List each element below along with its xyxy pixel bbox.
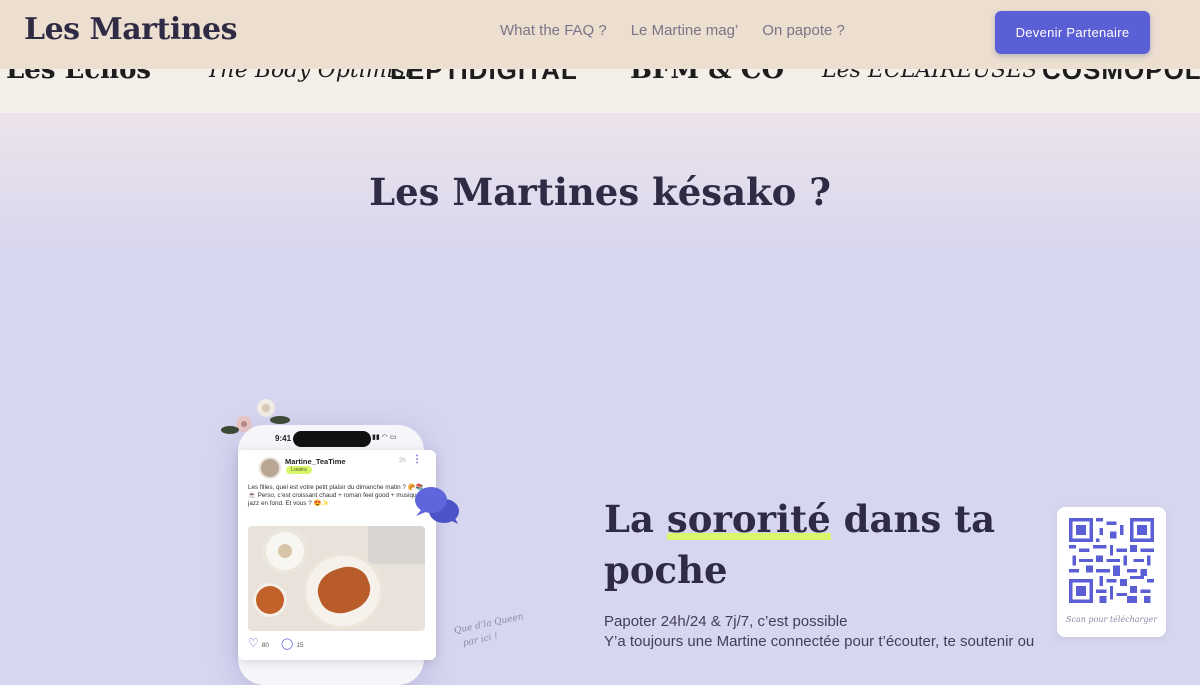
phone-status-icons: ▮▮ ◠ ▭ <box>372 434 397 441</box>
sorority-highlight: sororité <box>666 494 831 545</box>
like-count: 80 <box>261 642 269 649</box>
chat-bubbles-icon <box>415 487 459 524</box>
book-shape <box>368 526 425 564</box>
site-header: Les Martines What the FAQ ? Le Martine m… <box>0 0 1200 69</box>
nav-link-faq[interactable]: What the FAQ ? <box>500 22 607 39</box>
qr-caption: Scan pour télécharger <box>1065 615 1158 624</box>
avatar <box>259 457 281 479</box>
kesako-heading: Les Martines késako ? <box>0 170 1200 214</box>
queen-handwritten-note: Que d’la Queen par ici ! <box>453 610 528 652</box>
heart-icon: ♡ <box>248 636 259 650</box>
site-logo[interactable]: Les Martines <box>24 12 238 47</box>
body-line1: Papoter 24h/24 & 7j/7, c’est possible <box>604 613 848 630</box>
post-text: Les filles, quel est votre petit plaisir… <box>248 484 424 507</box>
sorority-body-text: Papoter 24h/24 & 7j/7, c’est possible Y’… <box>604 612 1044 652</box>
qr-code-icon <box>1069 518 1154 603</box>
coffee-shape <box>278 544 292 558</box>
kesako-suffix: ? <box>796 170 831 214</box>
become-partner-button[interactable]: Devenir Partenaire <box>995 11 1150 54</box>
nav-link-papote[interactable]: On papote ? <box>762 22 845 39</box>
main-nav: What the FAQ ? Le Martine mag’ On papote… <box>500 22 845 39</box>
post-tag-badge: Loisirs <box>286 466 312 474</box>
kesako-highlight: késako <box>652 170 797 214</box>
body-line2: Y’a toujours une Martine connectée pour … <box>604 633 1035 650</box>
like-button[interactable]: ♡ 80 <box>248 636 269 650</box>
comment-count: 15 <box>296 641 304 649</box>
more-options-icon[interactable]: ⋮ <box>412 454 422 465</box>
sorority-line2: poche <box>604 548 728 592</box>
comment-icon: ◯ <box>281 637 294 650</box>
post-card[interactable]: Martine_TeaTime Loisirs 2h ⋮ Les filles,… <box>238 450 436 660</box>
qr-code-card[interactable]: Scan pour télécharger <box>1057 507 1166 637</box>
sorority-suffix: dans ta <box>830 497 996 541</box>
phone-clock: 9:41 <box>275 434 292 443</box>
phone-notch <box>293 431 371 447</box>
post-age: 2h <box>399 458 406 464</box>
post-image <box>248 526 425 631</box>
sorority-prefix: La <box>604 497 667 541</box>
comment-button[interactable]: ◯ 15 <box>281 637 304 650</box>
post-username: Martine_TeaTime <box>285 457 346 466</box>
bowl-shape <box>256 586 284 614</box>
post-footer: ♡ 80 ◯ 15 <box>248 636 304 650</box>
kesako-prefix: Les Martines <box>369 170 653 214</box>
nav-link-mag[interactable]: Le Martine mag’ <box>631 22 739 39</box>
sorority-heading: La sororité dans ta poche <box>604 494 1024 596</box>
